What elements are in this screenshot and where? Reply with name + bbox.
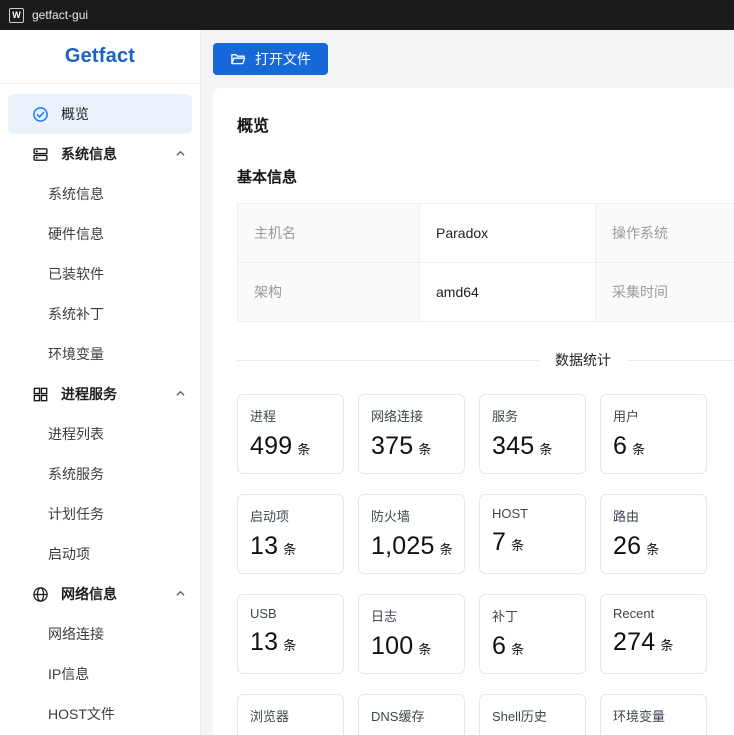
sidebar-item-env-variables[interactable]: 环境变量 [0, 334, 200, 374]
sidebar-item-scheduled-tasks[interactable]: 计划任务 [0, 494, 200, 534]
sidebar-item-label: 系统信息 [48, 186, 104, 202]
sidebar-item-ip-info[interactable]: IP信息 [0, 654, 200, 694]
app-logo: Getfact [64, 45, 136, 67]
sidebar-item-system-info[interactable]: 系统信息 [0, 174, 200, 214]
sidebar-group-label: 进程服务 [61, 386, 117, 402]
overview-card: 概览 基本信息 主机名 Paradox 操作系统 架构 amd64 采集时间 数… [213, 88, 734, 735]
info-label-collect-time: 采集时间 [595, 262, 734, 322]
sidebar-item-label: 系统服务 [48, 466, 104, 482]
sidebar-group-process-services[interactable]: 进程服务 [0, 374, 200, 414]
info-label-arch: 架构 [237, 262, 420, 322]
stat-card-host: HOST 7 条 [479, 494, 586, 574]
divider-line [237, 359, 539, 361]
sidebar-item-system-patches[interactable]: 系统补丁 [0, 294, 200, 334]
sidebar-group-label: 网络信息 [61, 586, 117, 602]
main-area: 打开文件 概览 基本信息 主机名 Paradox 操作系统 架构 amd64 采… [201, 30, 734, 735]
folder-open-icon [230, 51, 246, 67]
sidebar-item-startup-items[interactable]: 启动项 [0, 534, 200, 574]
stats-grid: 进程 499 条 网络连接 375 条 服务 345 条 用户 6 条 启动项 13 条 防火墙 1,… [237, 394, 734, 735]
sidebar-item-label: HOST文件 [48, 706, 115, 722]
stat-card-shell-history: Shell历史 [479, 694, 586, 735]
info-value-hostname: Paradox [419, 203, 596, 263]
sidebar-item-label: 已装软件 [48, 266, 104, 282]
chevron-up-icon [175, 388, 186, 399]
sidebar-item-label: 进程列表 [48, 426, 104, 442]
sidebar-item-label: 启动项 [48, 546, 90, 562]
open-file-button[interactable]: 打开文件 [213, 43, 328, 75]
info-label-os: 操作系统 [595, 203, 734, 263]
sidebar-group-label: 系统信息 [61, 146, 117, 162]
sidebar-item-process-list[interactable]: 进程列表 [0, 414, 200, 454]
sidebar-item-installed-software[interactable]: 已装软件 [0, 254, 200, 294]
sidebar-item-label: 环境变量 [48, 346, 104, 362]
sidebar-item-hardware-info[interactable]: 硬件信息 [0, 214, 200, 254]
sidebar-item-overview[interactable]: 概览 [8, 94, 192, 134]
toolbar: 打开文件 [201, 30, 734, 88]
stat-card-network-connections: 网络连接 375 条 [358, 394, 465, 474]
stat-card-processes: 进程 499 条 [237, 394, 344, 474]
chevron-up-icon [175, 588, 186, 599]
divider-label: 数据统计 [555, 352, 611, 368]
sidebar-menu: 概览 系统信息 系统信息 硬件信息 已装软件 系统补丁 环境变量 进程服务 进程… [0, 84, 200, 734]
window-titlebar: W getfact-gui [0, 0, 734, 30]
page-title: 概览 [237, 118, 270, 135]
app-icon: W [9, 7, 24, 23]
basic-info-table: 主机名 Paradox 操作系统 架构 amd64 采集时间 [237, 203, 734, 322]
sidebar-item-host-file[interactable]: HOST文件 [0, 694, 200, 734]
stat-card-usb: USB 13 条 [237, 594, 344, 674]
stat-card-firewall: 防火墙 1,025 条 [358, 494, 465, 574]
divider-line [627, 359, 734, 361]
stat-card-env-variables: 环境变量 [600, 694, 707, 735]
info-value-arch: amd64 [419, 262, 596, 322]
sidebar-group-network-info[interactable]: 网络信息 [0, 574, 200, 614]
globe-icon [32, 586, 49, 603]
table-row: 架构 amd64 采集时间 [237, 262, 734, 322]
chevron-up-icon [175, 148, 186, 159]
sidebar-item-label: 系统补丁 [48, 306, 104, 322]
sidebar-item-network-connections[interactable]: 网络连接 [0, 614, 200, 654]
app-window: W getfact-gui Getfact 概览 系统信息 系统信息 硬件信息 … [0, 0, 734, 735]
sidebar: Getfact 概览 系统信息 系统信息 硬件信息 已装软件 系统补丁 环境变量… [0, 30, 201, 735]
sidebar-item-label: 网络连接 [48, 626, 104, 642]
stat-card-browser: 浏览器 [237, 694, 344, 735]
sidebar-item-label: 概览 [61, 106, 89, 122]
window-title: getfact-gui [32, 8, 89, 22]
appstore-icon [32, 386, 49, 403]
sidebar-item-label: 硬件信息 [48, 226, 104, 242]
sidebar-item-system-services[interactable]: 系统服务 [0, 454, 200, 494]
stat-card-routes: 路由 26 条 [600, 494, 707, 574]
sidebar-item-label: IP信息 [48, 666, 90, 682]
dashboard-icon [32, 106, 49, 123]
logo-row: Getfact [0, 30, 200, 84]
stat-card-logs: 日志 100 条 [358, 594, 465, 674]
basic-info-title: 基本信息 [237, 169, 298, 186]
sidebar-item-label: 计划任务 [48, 506, 104, 522]
info-label-hostname: 主机名 [237, 203, 420, 263]
stat-card-dns-cache: DNS缓存 [358, 694, 465, 735]
table-row: 主机名 Paradox 操作系统 [237, 203, 734, 263]
sidebar-group-system-info[interactable]: 系统信息 [0, 134, 200, 174]
server-icon [32, 146, 49, 163]
stats-divider: 数据统计 [237, 350, 734, 370]
stat-card-services: 服务 345 条 [479, 394, 586, 474]
stat-card-recent: Recent 274 条 [600, 594, 707, 674]
stat-card-startup-items: 启动项 13 条 [237, 494, 344, 574]
open-file-label: 打开文件 [255, 51, 311, 67]
stat-card-patches: 补丁 6 条 [479, 594, 586, 674]
stat-card-users: 用户 6 条 [600, 394, 707, 474]
